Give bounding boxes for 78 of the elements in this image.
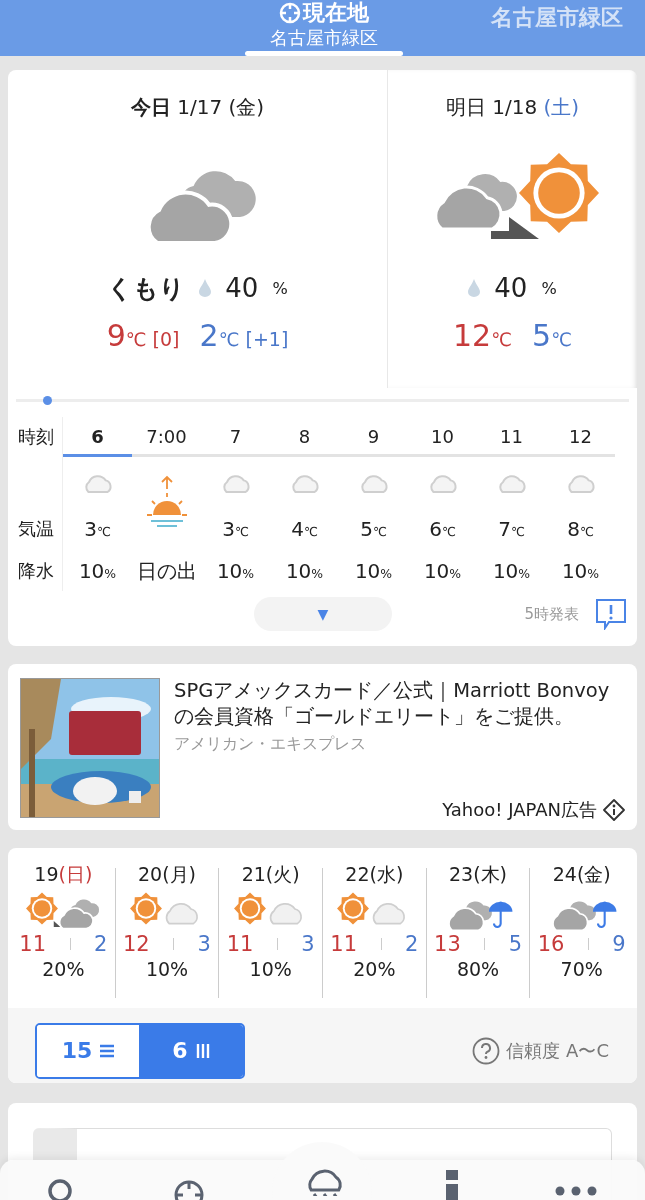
low-temperature: 2 (404, 932, 419, 956)
days-toggle[interactable]: 15 (37, 1024, 139, 1077)
time-tab[interactable]: 8 (270, 417, 339, 457)
raindrop-icon (199, 279, 212, 297)
day-heading: 今日 1/17 (金) (130, 94, 265, 121)
temperature: 5℃ (360, 517, 387, 541)
precipitation-chance: 20% (353, 958, 396, 980)
precipitation-chance: 20% (42, 958, 85, 980)
precipitation-chance: 10% (145, 958, 189, 980)
low-temperature: 5 (508, 932, 522, 956)
weekday: (土) (543, 95, 580, 119)
temperature: 4℃ (291, 517, 318, 541)
low-temperature: 3 (197, 932, 211, 956)
day-date: 20(月) (138, 862, 196, 887)
days-toggle[interactable]: 6 (139, 1024, 243, 1077)
temperature: 6℃ (429, 517, 456, 541)
high-temperature: 11 (330, 932, 358, 956)
low-temperature: 3 (301, 932, 315, 956)
time-tab[interactable]: 7 (201, 417, 270, 457)
ranking-icon[interactable] (445, 1170, 460, 1200)
issued-time: 5時発表 (524, 604, 579, 624)
day-heading: 明日 1/18 (土) (445, 94, 580, 121)
high-temperature: 9℃ [0] (106, 318, 180, 353)
precipitation-chance: 10% (249, 958, 292, 980)
sunrise-label: 日の出 (136, 557, 197, 585)
weekday: (金) (228, 95, 265, 119)
ad-label: Yahoo! JAPAN広告 (442, 798, 597, 822)
precipitation-chance: 80% (456, 958, 500, 980)
high-temperature: 12℃ (452, 318, 513, 353)
precipitation-chance: 10% (78, 559, 117, 583)
precipitation-chance: 10% (285, 559, 324, 583)
time-tab[interactable]: 11 (477, 417, 546, 457)
temperature: 3℃ (222, 517, 249, 541)
high-temperature: 12 (123, 932, 150, 956)
row-label: 降水 (18, 559, 55, 583)
temperature: 8℃ (567, 517, 594, 541)
temperature: 7℃ (498, 517, 525, 541)
bars-icon (195, 1043, 210, 1058)
high-temperature: 16 (537, 932, 565, 956)
precipitation-chance: 10% (561, 559, 600, 583)
day-date: 19(日) (34, 862, 93, 887)
precipitation-chance: 40 % (494, 273, 557, 303)
day-date: 24(金) (552, 862, 611, 887)
time-tab[interactable]: 12 (546, 417, 615, 457)
reliability-label: 信頼度 A〜C (506, 1038, 609, 1063)
feedback-icon[interactable] (595, 598, 627, 630)
high-temperature: 11 (19, 932, 47, 956)
help-icon[interactable] (472, 1036, 501, 1065)
time-tab[interactable]: 9 (339, 417, 408, 457)
advertiser-name: アメリカン・エキスプレス (174, 734, 367, 755)
time-tab[interactable]: 6 (63, 417, 132, 457)
row-label: 時刻 (18, 425, 55, 449)
time-tab[interactable]: 10 (408, 417, 477, 457)
low-temperature: 9 (612, 932, 626, 956)
ad-title[interactable]: SPGアメックスカード／公式｜Marriott Bonvoyの会員資格「ゴールドエリート」をご提供。 (174, 678, 625, 730)
high-temperature: 11 (226, 932, 254, 956)
raindrop-icon (468, 279, 481, 297)
weather-condition: くもり (107, 272, 186, 305)
crosshair-icon (279, 2, 301, 24)
low-temperature: 2℃ [+1] (199, 318, 289, 353)
precipitation-chance: 10% (354, 559, 393, 583)
list-icon (100, 1043, 115, 1058)
high-temperature: 13 (434, 932, 461, 956)
precipitation-chance: 40 % (225, 273, 288, 303)
row-label: 気温 (18, 517, 55, 541)
low-temperature: 2 (93, 932, 108, 956)
precipitation-chance: 10% (492, 559, 531, 583)
info-icon[interactable] (603, 799, 625, 821)
day-date: 21(火) (241, 862, 300, 887)
time-tab[interactable]: 7:00 (132, 417, 201, 457)
precipitation-chance: 70% (560, 958, 603, 980)
precipitation-chance: 10% (216, 559, 255, 583)
day-date: 22(水) (345, 862, 404, 887)
low-temperature: 5℃ (532, 318, 573, 353)
more-icon[interactable] (553, 1184, 598, 1198)
day-date: 23(木) (449, 862, 508, 887)
temperature: 3℃ (84, 517, 111, 541)
precipitation-chance: 10% (423, 559, 462, 583)
